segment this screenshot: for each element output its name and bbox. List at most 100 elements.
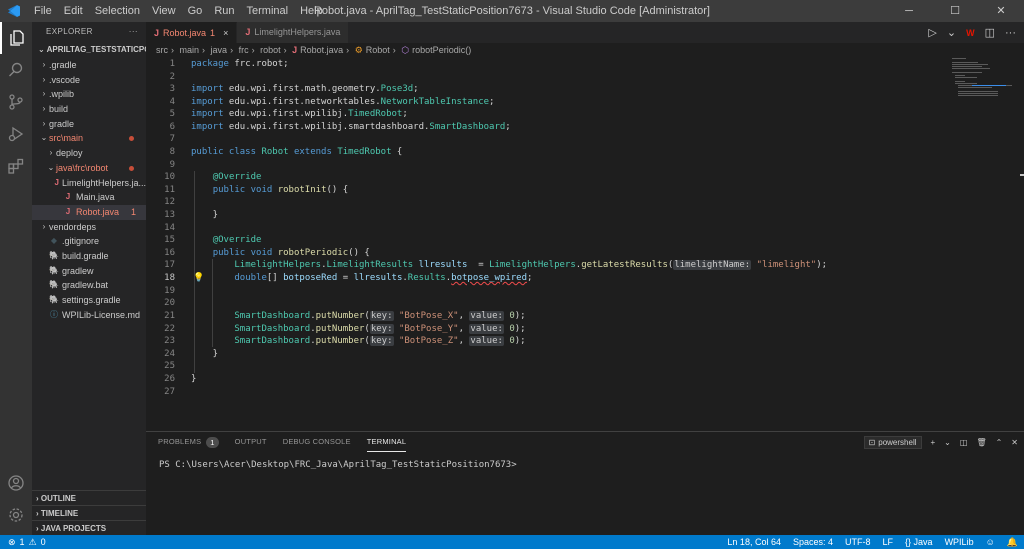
terminal-icon: ⊡: [868, 438, 876, 447]
tree-item-label: Main.java: [76, 192, 115, 203]
tab-problems[interactable]: PROBLEMS 1: [158, 432, 219, 452]
tree-item-label: .vscode: [49, 74, 81, 85]
tree-item[interactable]: ◆ .gitignore: [32, 234, 146, 249]
dropdown-chevron-icon[interactable]: ⌄: [947, 26, 956, 39]
tree-item[interactable]: › build: [32, 102, 146, 117]
tree-item-label: gradlew: [62, 265, 94, 276]
menu-go[interactable]: Go: [182, 0, 209, 22]
close-panel-icon[interactable]: ✕: [1011, 438, 1018, 447]
tab-debug-console[interactable]: DEBUG CONSOLE: [283, 432, 351, 452]
maximize-icon[interactable]: ☐: [932, 0, 978, 22]
tree-item[interactable]: › .gradle: [32, 58, 146, 73]
run-icon[interactable]: ▷: [928, 26, 936, 39]
file-tree: › .gradle › .vscode › .wpilib › build › gradle ⌄ sr…: [32, 58, 146, 322]
tab-output[interactable]: OUTPUT: [235, 432, 267, 452]
extensions-icon[interactable]: [0, 150, 32, 182]
problems-status[interactable]: ⊗ 1 ⚠ 0: [0, 537, 46, 548]
encoding[interactable]: UTF-8: [845, 537, 871, 547]
tree-item[interactable]: 🐘 build.gradle: [32, 249, 146, 264]
tree-item[interactable]: 🐘 settings.gradle: [32, 293, 146, 308]
project-root[interactable]: ⌄ APRILTAG_TESTSTATICPOS...: [32, 42, 146, 58]
problem-count-badge: 1: [130, 206, 136, 217]
class-icon: ⚙: [354, 45, 363, 55]
tree-item-label: gradle: [49, 118, 75, 129]
tree-item[interactable]: 🐘 gradlew: [32, 264, 146, 279]
more-actions-icon[interactable]: ···: [1005, 27, 1016, 39]
gradle-elephant-icon: 🐘: [49, 295, 59, 304]
tree-item-label: build.gradle: [62, 250, 109, 261]
more-actions-icon[interactable]: ···: [129, 22, 138, 42]
chevron-right-icon: ›: [42, 221, 46, 231]
tab-close-icon[interactable]: ×: [223, 23, 228, 44]
minimap[interactable]: [952, 57, 1013, 97]
chevron-up-icon[interactable]: ⌃: [996, 438, 1003, 447]
timeline-section[interactable]: › TIMELINE: [32, 505, 146, 520]
tree-item[interactable]: 🐘 gradlew.bat: [32, 278, 146, 293]
java-file-icon: J: [54, 177, 59, 187]
cursor-position[interactable]: Ln 18, Col 64: [727, 537, 781, 547]
git-file-icon: ◆: [50, 236, 58, 246]
end-of-line[interactable]: LF: [883, 537, 894, 547]
tree-item[interactable]: › deploy: [32, 146, 146, 161]
tab-robot-java[interactable]: J Robot.java 1 ×: [146, 22, 238, 44]
feedback-icon[interactable]: ☺: [986, 537, 995, 547]
tree-item[interactable]: ⌄ java\frc\robot: [32, 161, 146, 176]
chevron-down-icon[interactable]: ⌄: [944, 438, 951, 447]
account-icon[interactable]: [0, 467, 32, 499]
menu-selection[interactable]: Selection: [89, 0, 146, 22]
tree-item[interactable]: ⓘ WPILib-License.md: [32, 308, 146, 323]
menu-file[interactable]: File: [28, 0, 58, 22]
language-mode[interactable]: {} Java: [905, 537, 933, 547]
tree-item[interactable]: J Main.java: [32, 190, 146, 205]
chevron-down-icon: ⌄: [40, 133, 48, 143]
chevron-right-icon: ›: [42, 74, 46, 84]
tree-item-label: .wpilib: [49, 89, 75, 100]
menu-help[interactable]: Help: [294, 0, 329, 22]
tree-item-label: .gitignore: [62, 236, 100, 247]
terminal-shell-select[interactable]: ⊡ powershell: [863, 436, 922, 449]
split-editor-icon[interactable]: ◫: [985, 26, 995, 39]
terminal-output[interactable]: PS C:\Users\Acer\Desktop\FRC_Java\AprilT…: [159, 460, 517, 470]
tree-item-label: build: [49, 104, 69, 115]
tree-item-label: java\frc\robot: [56, 162, 109, 173]
tree-item[interactable]: › vendordeps: [32, 220, 146, 235]
editor-tabs: J Robot.java 1 × J LimelightHelpers.java…: [146, 22, 1024, 43]
java-file-icon: J: [65, 206, 71, 216]
close-icon[interactable]: ✕: [978, 0, 1024, 22]
explorer-icon[interactable]: [0, 22, 32, 54]
split-terminal-icon[interactable]: ◫: [960, 438, 968, 447]
outline-section[interactable]: › OUTLINE: [32, 490, 146, 505]
tree-item[interactable]: › .wpilib: [32, 87, 146, 102]
search-icon[interactable]: [0, 54, 32, 86]
run-debug-icon[interactable]: [0, 118, 32, 150]
tree-item[interactable]: › .vscode: [32, 73, 146, 88]
tab-limelighthelpers-java[interactable]: J LimelightHelpers.java: [237, 22, 350, 43]
menu-terminal[interactable]: Terminal: [241, 0, 295, 22]
status-bar: ⊗ 1 ⚠ 0 Ln 18, Col 64 Spaces: 4 UTF-8 LF {…: [0, 535, 1024, 549]
tree-item-label: gradlew.bat: [62, 280, 109, 291]
trash-icon[interactable]: 🗑: [976, 438, 986, 447]
code-editor[interactable]: 1 package frc.robot; 3 import edu.wpi.firs…: [146, 57, 1024, 431]
tree-item[interactable]: J Robot.java 1: [32, 204, 146, 220]
tab-terminal[interactable]: TERMINAL: [366, 432, 407, 452]
menu-edit[interactable]: Edit: [58, 0, 89, 22]
modified-dot-icon: [129, 165, 134, 171]
editor-scrollbar[interactable]: [1020, 57, 1024, 431]
java-projects-section[interactable]: › JAVA PROJECTS: [32, 520, 146, 535]
source-control-icon[interactable]: [0, 86, 32, 118]
notifications-bell-icon[interactable]: 🔔: [1007, 537, 1018, 548]
indentation[interactable]: Spaces: 4: [793, 537, 833, 547]
wpilib-status[interactable]: WPILib: [945, 537, 974, 547]
menu-bar: File Edit Selection View Go Run Terminal…: [28, 0, 329, 22]
chevron-down-icon: ⌄: [47, 162, 55, 172]
tree-item[interactable]: ⌄ src\main: [32, 131, 146, 146]
menu-view[interactable]: View: [146, 0, 182, 22]
new-terminal-icon[interactable]: +: [931, 438, 936, 447]
minimize-icon[interactable]: ─: [886, 0, 932, 22]
tree-item[interactable]: › gradle: [32, 117, 146, 132]
menu-run[interactable]: Run: [208, 0, 240, 22]
tree-item[interactable]: J LimelightHelpers.ja...: [32, 176, 147, 191]
wpilib-icon[interactable]: W: [966, 28, 975, 38]
tree-item-label: settings.gradle: [62, 295, 121, 305]
manage-gear-icon[interactable]: [0, 499, 32, 531]
